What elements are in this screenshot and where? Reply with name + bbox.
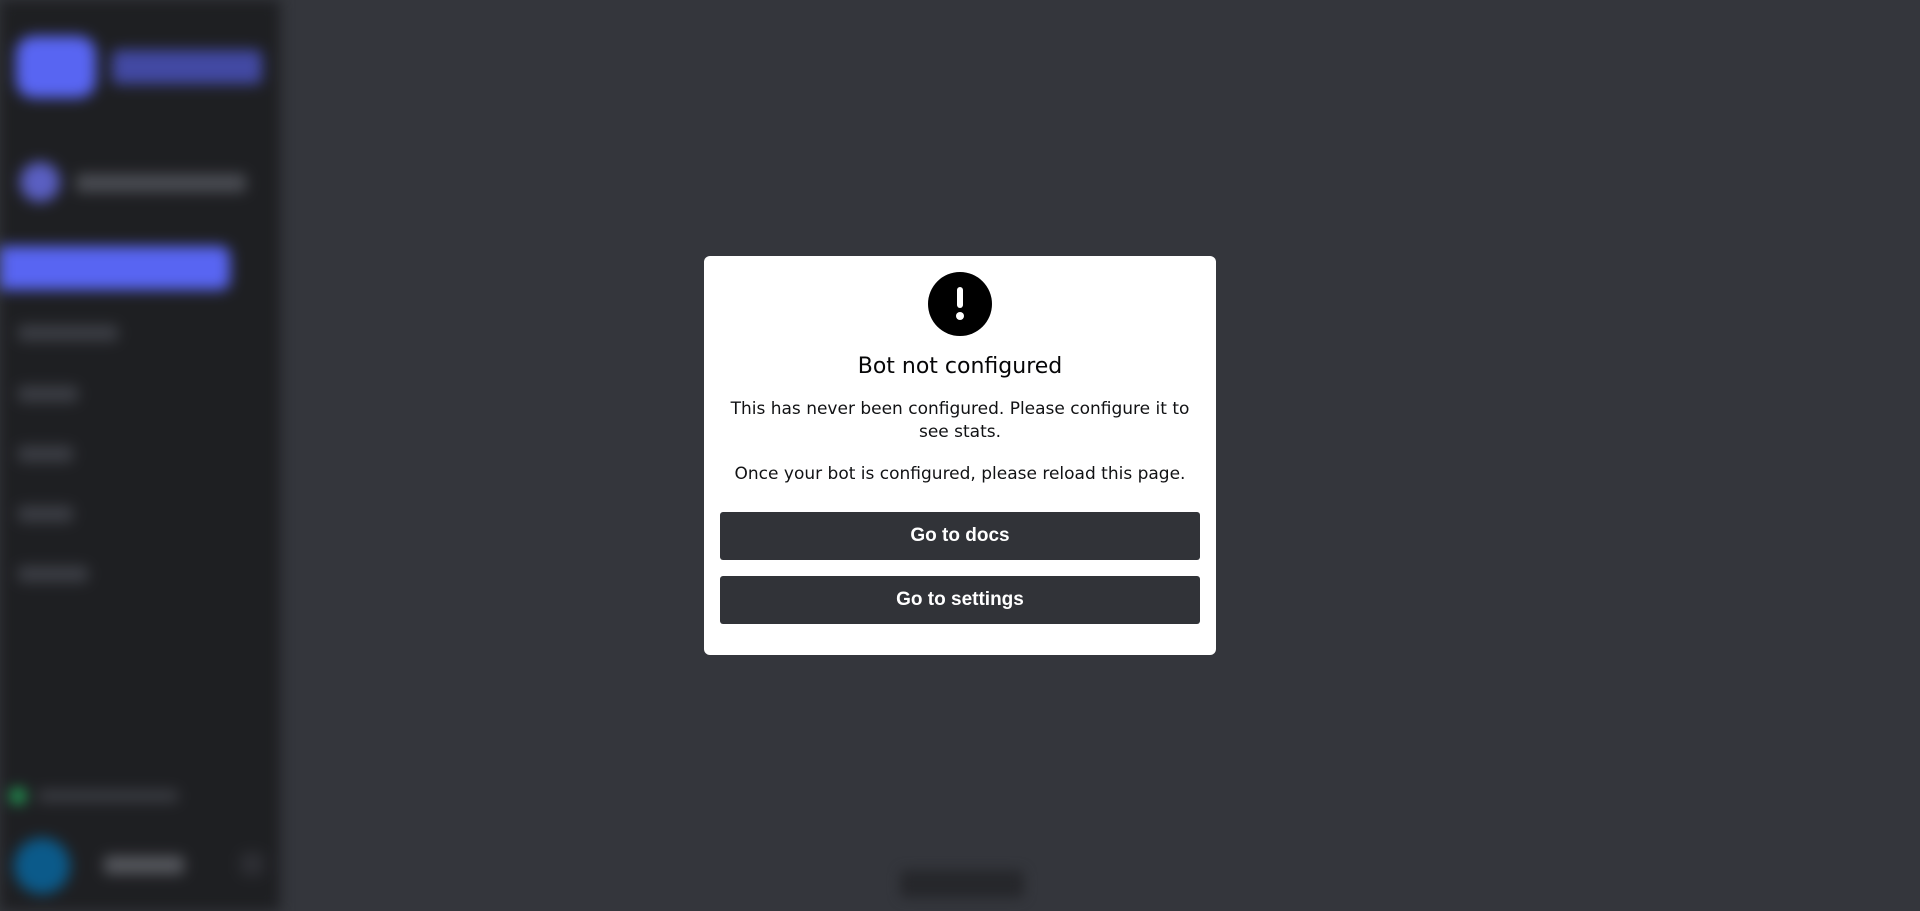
go-to-docs-button[interactable]: Go to docs	[720, 512, 1200, 560]
online-status-icon	[10, 788, 26, 804]
modal-title: Bot not configured	[857, 354, 1063, 379]
exclamation-circle-icon	[928, 272, 992, 336]
sidebar-item	[18, 446, 73, 462]
sidebar-item	[18, 386, 78, 402]
modal-reload-hint: Once your bot is configured, please relo…	[734, 464, 1186, 484]
server-selector	[20, 162, 260, 202]
exclamation-dot	[956, 312, 964, 320]
bot-not-configured-modal: Bot not configured This has never been c…	[704, 256, 1216, 655]
avatar	[14, 838, 70, 894]
brand	[16, 36, 262, 100]
brand-name-blurred	[112, 50, 262, 84]
gear-icon	[240, 852, 264, 876]
sidebar-item	[18, 506, 73, 522]
bot-status	[10, 786, 180, 806]
sidebar-item-active	[0, 246, 230, 290]
sidebar-item	[18, 325, 118, 341]
server-name-blurred	[76, 174, 246, 192]
exclamation-bar	[957, 287, 963, 308]
status-text-blurred	[38, 790, 178, 802]
app-root: Bot not configured This has never been c…	[0, 0, 1920, 911]
sidebar-item	[18, 566, 88, 582]
sidebar-blurred	[0, 0, 280, 911]
user-name-blurred	[104, 856, 184, 874]
modal-message: This has never been configured. Please c…	[730, 399, 1190, 442]
brand-logo	[16, 36, 96, 98]
server-icon	[20, 162, 60, 202]
footer-blurred	[900, 870, 1024, 898]
go-to-settings-button[interactable]: Go to settings	[720, 576, 1200, 624]
